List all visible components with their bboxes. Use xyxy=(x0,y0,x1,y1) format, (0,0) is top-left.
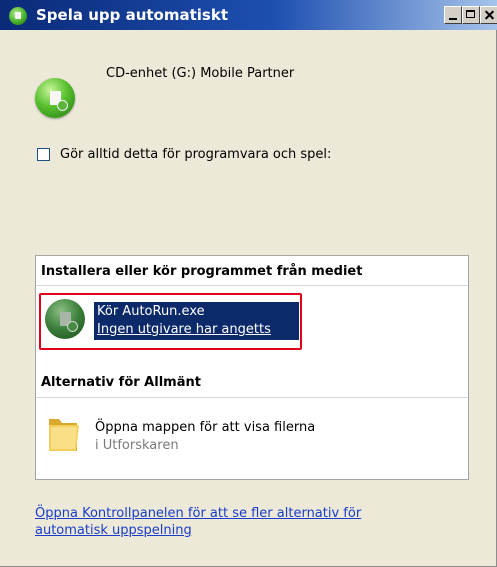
options-panel: Installera eller kör programmet från med… xyxy=(35,255,469,480)
run-autorun-text[interactable]: Kör AutoRun.exe Ingen utgivare har anget… xyxy=(94,302,299,340)
control-panel-link-line2[interactable]: automatisk uppspelning xyxy=(35,522,465,539)
always-do-this-label[interactable]: Gör alltid detta för programvara och spe… xyxy=(60,147,331,162)
minimize-button[interactable] xyxy=(444,6,462,24)
section-divider xyxy=(36,397,468,398)
install-section-heading: Installera eller kör programmet från med… xyxy=(41,264,363,279)
window-title: Spela upp automatiskt xyxy=(36,6,228,24)
autoplay-window: Spela upp automatiskt CD-enhet (G:) Mobi… xyxy=(0,0,497,567)
run-autorun-title: Kör AutoRun.exe xyxy=(97,304,205,319)
always-do-this-checkbox[interactable] xyxy=(37,148,50,161)
section-divider xyxy=(36,285,468,286)
close-button[interactable] xyxy=(480,6,497,24)
folder-icon[interactable] xyxy=(46,413,82,455)
device-label: CD-enhet (G:) Mobile Partner xyxy=(106,66,295,81)
title-bar[interactable]: Spela upp automatiskt xyxy=(0,0,497,30)
run-autorun-option[interactable]: Kör AutoRun.exe Ingen utgivare har anget… xyxy=(39,293,302,350)
general-section-heading: Alternativ för Allmänt xyxy=(41,375,201,390)
autoplay-disc-icon xyxy=(35,78,75,118)
run-autorun-publisher: Ingen utgivare har angetts xyxy=(97,322,271,337)
open-folder-subtitle: i Utforskaren xyxy=(95,438,179,453)
maximize-button[interactable] xyxy=(462,6,480,24)
autoplay-icon xyxy=(9,7,27,25)
control-panel-link-line1[interactable]: Öppna Kontrollpanelen för att se fler al… xyxy=(35,505,465,522)
control-panel-link[interactable]: Öppna Kontrollpanelen för att se fler al… xyxy=(35,505,465,539)
autorun-program-icon xyxy=(45,299,85,339)
open-folder-title[interactable]: Öppna mappen för att visa filerna xyxy=(95,420,315,435)
